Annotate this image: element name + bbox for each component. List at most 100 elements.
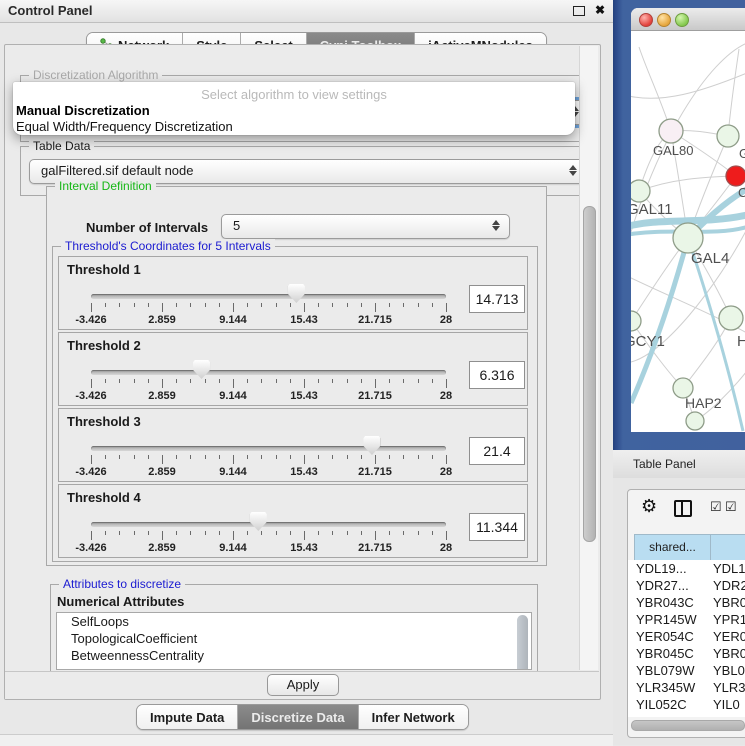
tick-mark	[375, 455, 376, 464]
network-node[interactable]	[631, 180, 650, 202]
tick-mark	[318, 379, 319, 383]
combo-arrows-icon	[569, 164, 577, 177]
network-node[interactable]	[686, 412, 704, 430]
table-row[interactable]: YDR27...YDR2	[628, 577, 745, 594]
threshold-coordinates-title: Threshold's Coordinates for 5 Intervals	[61, 239, 275, 253]
zoom-traffic-light-icon[interactable]	[675, 13, 689, 27]
tick-label: -3.426	[75, 542, 106, 554]
table-row[interactable]: YER054CYER0	[628, 628, 745, 645]
tick-mark	[418, 303, 419, 307]
network-node-label: C	[738, 185, 745, 200]
network-edge[interactable]	[728, 49, 739, 136]
list-item[interactable]: BetweennessCentrality	[57, 647, 531, 664]
tick-mark	[105, 379, 106, 383]
threshold-slider-track[interactable]	[91, 522, 446, 527]
table-row[interactable]: YDL19...YDL1	[628, 560, 745, 577]
tick-mark	[276, 379, 277, 383]
threshold-slider-track[interactable]	[91, 294, 446, 299]
tick-mark	[190, 455, 191, 459]
dropdown-item-equal-width[interactable]: Equal Width/Frequency Discretization	[16, 119, 233, 134]
network-node[interactable]	[673, 223, 703, 253]
cell: YBR043C	[636, 594, 694, 611]
tick-mark	[247, 379, 248, 383]
tick-mark	[205, 455, 206, 459]
tick-mark	[91, 379, 92, 388]
table-row[interactable]: YBR045CYBR0	[628, 645, 745, 662]
network-node-label: H	[737, 333, 745, 350]
tick-mark	[91, 455, 92, 464]
bottom-tab-bar: Impute Data Discretize Data Infer Networ…	[136, 704, 469, 730]
threshold-slider-track[interactable]	[91, 446, 446, 451]
table-row[interactable]: YIL052CYIL0	[628, 696, 745, 713]
threshold-value-field[interactable]: 11.344	[469, 513, 525, 541]
tick-mark	[290, 303, 291, 307]
tab-discretize-data[interactable]: Discretize Data	[238, 705, 358, 729]
gear-icon[interactable]: ⚙	[641, 497, 657, 515]
tab-infer-network[interactable]: Infer Network	[359, 705, 468, 729]
threshold-slider-track[interactable]	[91, 370, 446, 375]
tick-mark	[418, 455, 419, 459]
column-header-name[interactable]: na	[710, 534, 745, 561]
checkbox-icon[interactable]: ☑	[725, 499, 737, 515]
network-edge[interactable]	[639, 176, 736, 191]
table-data-group-title: Table Data	[29, 139, 94, 153]
table-row[interactable]: YBL079WYBL0	[628, 662, 745, 679]
network-node[interactable]	[631, 311, 641, 331]
panel-scrollbar-thumb[interactable]	[583, 206, 596, 542]
apply-button[interactable]: Apply	[267, 674, 339, 696]
threshold-value-field[interactable]: 14.713	[469, 285, 525, 313]
column-layout-icon[interactable]	[674, 500, 692, 517]
cell: YBL079W	[636, 662, 695, 679]
cell: YPR1	[713, 611, 745, 628]
network-node[interactable]	[717, 125, 739, 147]
tick-mark	[389, 379, 390, 383]
tick-mark	[176, 531, 177, 535]
dropdown-item-manual-discretization[interactable]: Manual Discretization	[16, 103, 150, 118]
network-node[interactable]	[719, 306, 743, 330]
list-scrollbar[interactable]	[517, 615, 528, 670]
panel-scrollbar[interactable]	[579, 46, 598, 670]
tick-mark	[332, 455, 333, 459]
threshold-label: Threshold 3	[67, 414, 141, 429]
column-header-shared-name[interactable]: shared...	[634, 534, 711, 561]
number-of-intervals-spinner[interactable]: 5	[221, 214, 510, 239]
tick-mark	[375, 531, 376, 540]
numerical-attributes-label: Numerical Attributes	[57, 594, 184, 609]
tick-label: 15.43	[290, 542, 318, 554]
network-node[interactable]	[726, 166, 745, 186]
slider-scale: -3.4262.8599.14415.4321.71528	[91, 301, 446, 327]
tick-mark	[233, 379, 234, 388]
interval-definition-title: Interval Definition	[55, 179, 156, 193]
list-item[interactable]: TopologicalCoefficient	[57, 630, 531, 647]
threshold-panel-2: Threshold 2 -3.4262.8599.14415.4321.7152…	[58, 332, 528, 406]
network-node[interactable]	[659, 119, 683, 143]
tab-label: Infer Network	[372, 710, 455, 725]
table-row[interactable]: YLR345WYLR3	[628, 679, 745, 696]
float-panel-icon[interactable]	[573, 6, 585, 16]
tick-mark	[205, 531, 206, 535]
checkbox-icon[interactable]: ☑	[710, 499, 722, 515]
table-row[interactable]: YBR043CYBR0	[628, 594, 745, 611]
horizontal-scrollbar[interactable]	[631, 720, 745, 731]
network-node-label: GCY1	[631, 333, 665, 350]
network-canvas[interactable]: GAL80GCGAL11GAL4GCY1HHAP2	[631, 31, 745, 432]
tick-mark	[219, 379, 220, 383]
network-edge[interactable]	[639, 47, 671, 131]
tick-mark	[233, 455, 234, 464]
tick-mark	[361, 531, 362, 535]
minimize-traffic-light-icon[interactable]	[657, 13, 671, 27]
close-icon[interactable]: ✖	[595, 3, 605, 17]
list-item[interactable]: SelfLoops	[57, 613, 531, 630]
tick-mark	[219, 303, 220, 307]
bottom-strip	[0, 734, 613, 746]
threshold-label: Threshold 2	[67, 338, 141, 353]
threshold-value-field[interactable]: 21.4	[469, 437, 525, 465]
tab-label: Impute Data	[150, 710, 224, 725]
threshold-value-field[interactable]: 6.316	[469, 361, 525, 389]
tick-mark	[148, 303, 149, 307]
table-row[interactable]: YPR145WYPR1	[628, 611, 745, 628]
tick-mark	[304, 531, 305, 540]
network-edge[interactable]	[631, 73, 745, 98]
tab-impute-data[interactable]: Impute Data	[137, 705, 238, 729]
close-traffic-light-icon[interactable]	[639, 13, 653, 27]
